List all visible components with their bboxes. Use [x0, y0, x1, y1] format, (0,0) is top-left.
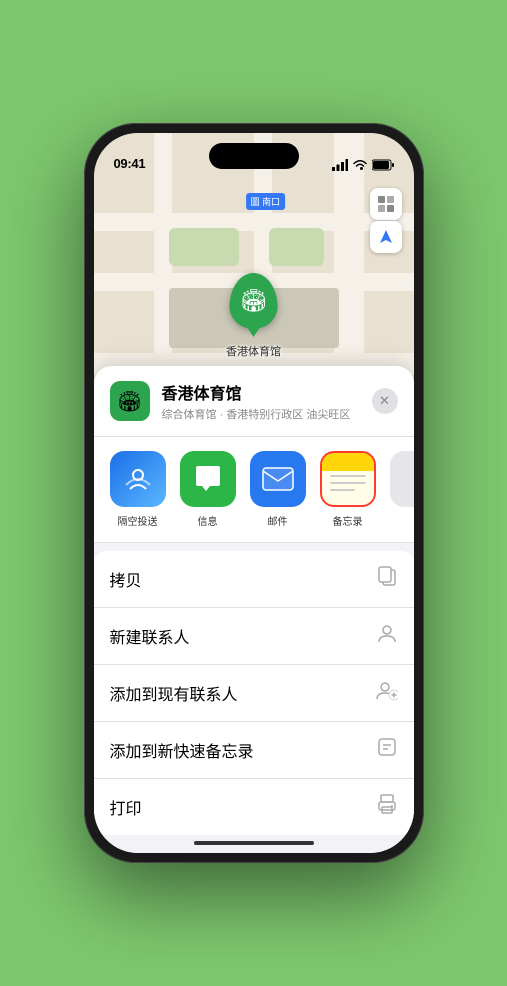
- mail-label: 邮件: [268, 513, 288, 528]
- stadium-marker: 🏟 香港体育馆: [226, 273, 281, 359]
- venue-subtitle: 综合体育馆 · 香港特别行政区 油尖旺区: [162, 406, 360, 422]
- action-add-note-label: 添加到新快速备忘录: [110, 738, 254, 762]
- notes-icon: [320, 451, 376, 507]
- status-icons: [332, 159, 394, 171]
- venue-emoji: 🏟: [117, 389, 142, 414]
- marker-pin: 🏟: [230, 273, 278, 329]
- map-label: 圖 南口: [246, 193, 286, 210]
- mail-icon: [250, 451, 306, 507]
- action-copy[interactable]: 拷贝: [94, 551, 414, 608]
- share-messages[interactable]: 信息: [180, 451, 236, 528]
- status-time: 09:41: [114, 156, 146, 171]
- share-notes[interactable]: 备忘录: [320, 451, 376, 528]
- mail-svg: [261, 466, 295, 492]
- signal-icon: [332, 159, 348, 171]
- copy-icon: [376, 565, 398, 593]
- location-button[interactable]: [370, 221, 402, 253]
- phone-screen: 09:41: [94, 133, 414, 853]
- wifi-icon: [352, 159, 368, 171]
- marker-stadium-icon: 🏟: [240, 288, 268, 314]
- action-add-note[interactable]: 添加到新快速备忘录: [94, 722, 414, 779]
- action-add-existing[interactable]: 添加到现有联系人: [94, 665, 414, 722]
- share-more[interactable]: [390, 451, 414, 528]
- notes-label: 备忘录: [333, 513, 363, 528]
- messages-label: 信息: [198, 513, 218, 528]
- dynamic-island: [209, 143, 299, 169]
- map-controls: [370, 188, 402, 253]
- map-style-button[interactable]: [370, 188, 402, 220]
- airdrop-icon: [110, 451, 166, 507]
- messages-svg: [192, 464, 224, 494]
- location-icon: [378, 229, 394, 245]
- action-print[interactable]: 打印: [94, 779, 414, 835]
- close-button[interactable]: ✕: [372, 388, 398, 414]
- venue-name: 香港体育馆: [162, 380, 360, 404]
- share-airdrop[interactable]: 隔空投送: [110, 451, 166, 528]
- home-indicator: [194, 841, 314, 845]
- share-mail[interactable]: 邮件: [250, 451, 306, 528]
- action-add-existing-label: 添加到现有联系人: [110, 681, 238, 705]
- venue-header: 🏟 香港体育馆 综合体育馆 · 香港特别行政区 油尖旺区 ✕: [94, 366, 414, 437]
- airdrop-label: 隔空投送: [118, 513, 158, 528]
- action-list: 拷贝 新建联系人: [94, 551, 414, 835]
- print-icon: [376, 793, 398, 821]
- phone-frame: 09:41: [84, 123, 424, 863]
- action-copy-label: 拷贝: [110, 567, 142, 591]
- venue-icon: 🏟: [110, 381, 150, 421]
- airdrop-svg: [122, 463, 154, 495]
- more-icon: [390, 451, 414, 507]
- action-new-contact[interactable]: 新建联系人: [94, 608, 414, 665]
- venue-info: 香港体育馆 综合体育馆 · 香港特别行政区 油尖旺区: [162, 380, 360, 422]
- new-contact-icon: [376, 622, 398, 650]
- action-print-label: 打印: [110, 795, 142, 819]
- share-row: 隔空投送 信息: [94, 437, 414, 543]
- add-contact-icon: [376, 679, 398, 707]
- map-style-icon: [377, 195, 395, 213]
- bottom-sheet: 🏟 香港体育馆 综合体育馆 · 香港特别行政区 油尖旺区 ✕: [94, 366, 414, 853]
- marker-label: 香港体育馆: [226, 343, 281, 359]
- battery-icon: [372, 159, 394, 171]
- add-note-icon: [376, 736, 398, 764]
- messages-icon: [180, 451, 236, 507]
- action-new-contact-label: 新建联系人: [110, 624, 190, 648]
